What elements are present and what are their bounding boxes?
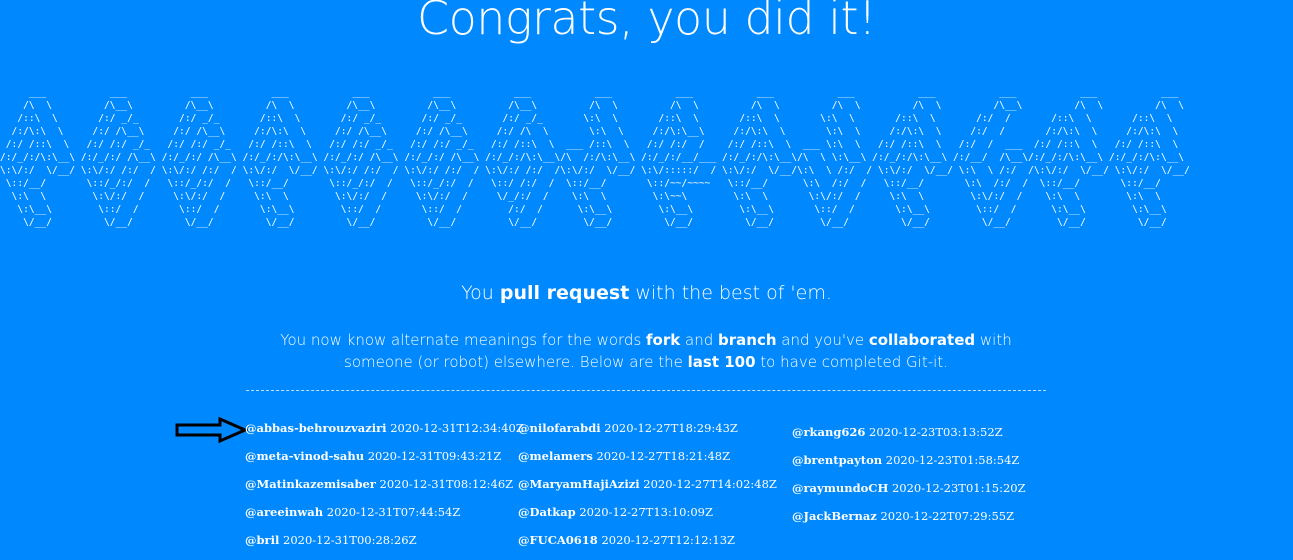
- list-item: @Datkap 2020-12-27T13:10:09Z: [518, 504, 777, 532]
- timestamp: 2020-12-31T09:43:21Z: [367, 449, 502, 463]
- tagline-strong: pull request: [499, 282, 630, 304]
- list-item: @FUCA0618 2020-12-27T12:12:13Z: [518, 532, 777, 560]
- user-link[interactable]: @brentpayton: [792, 453, 882, 467]
- timestamp: 2020-12-27T14:02:48Z: [643, 477, 777, 491]
- list-item: @meta-vinod-sahu 2020-12-31T09:43:21Z: [245, 448, 524, 476]
- user-link[interactable]: @JackBernaz: [792, 509, 877, 523]
- desc-part-1: You now know alternate meanings for the …: [280, 331, 647, 349]
- desc-part-5: to have completed Git-it.: [755, 353, 948, 371]
- list-item: @abbas-behrouzvaziri 2020-12-31T12:34:40…: [245, 420, 524, 448]
- user-link[interactable]: @Datkap: [518, 505, 576, 519]
- list-item: @MaryamHajiAzizi 2020-12-27T14:02:48Z: [518, 476, 777, 504]
- user-link[interactable]: @bril: [245, 533, 279, 547]
- timestamp: 2020-12-31T07:44:54Z: [326, 505, 461, 519]
- list-item: @bril 2020-12-31T00:28:26Z: [245, 532, 524, 560]
- user-link[interactable]: @abbas-behrouzvaziri: [245, 421, 387, 435]
- user-link[interactable]: @rkang626: [792, 425, 865, 439]
- list-item: @areeinwah 2020-12-31T07:44:54Z: [245, 504, 524, 532]
- description: You now know alternate meanings for the …: [246, 329, 1046, 373]
- desc-part-2: and: [680, 331, 719, 349]
- completers-column-1: @abbas-behrouzvaziri 2020-12-31T12:34:40…: [245, 420, 524, 560]
- desc-strong-collaborated: collaborated: [868, 331, 976, 349]
- list-item: @Matinkazemisaber 2020-12-31T08:12:46Z: [245, 476, 524, 504]
- timestamp: 2020-12-23T01:58:54Z: [885, 453, 1020, 467]
- section-divider: [246, 390, 1046, 391]
- timestamp: 2020-12-31T12:34:40Z: [390, 421, 524, 435]
- user-link[interactable]: @melamers: [518, 449, 593, 463]
- timestamp: 2020-12-22T07:29:55Z: [880, 509, 1015, 523]
- list-item: @nilofarabdi 2020-12-27T18:29:43Z: [518, 420, 777, 448]
- user-link[interactable]: @FUCA0618: [518, 533, 598, 547]
- desc-strong-last-100: last 100: [687, 353, 756, 371]
- list-item: @raymundoCH 2020-12-23T01:15:20Z: [792, 480, 1026, 508]
- timestamp: 2020-12-27T18:29:43Z: [604, 421, 738, 435]
- tagline: You pull request with the best of 'em.: [0, 282, 1293, 304]
- desc-part-3: and you've: [776, 331, 869, 349]
- list-item: @JackBernaz 2020-12-22T07:29:55Z: [792, 508, 1026, 536]
- arrow-right-icon: [175, 416, 248, 444]
- tagline-pre: You: [461, 282, 500, 304]
- user-link[interactable]: @areeinwah: [245, 505, 323, 519]
- user-link[interactable]: @raymundoCH: [792, 481, 888, 495]
- desc-strong-fork: fork: [646, 331, 681, 349]
- timestamp: 2020-12-27T12:12:13Z: [601, 533, 736, 547]
- user-link[interactable]: @meta-vinod-sahu: [245, 449, 364, 463]
- list-item: @melamers 2020-12-27T18:21:48Z: [518, 448, 777, 476]
- timestamp: 2020-12-31T00:28:26Z: [283, 533, 417, 547]
- user-link[interactable]: @Matinkazemisaber: [245, 477, 376, 491]
- timestamp: 2020-12-27T18:21:48Z: [596, 449, 731, 463]
- page-title: Congrats, you did it!: [416, 0, 877, 45]
- list-item: @rkang626 2020-12-23T03:13:52Z: [792, 424, 1026, 452]
- list-item: @brentpayton 2020-12-23T01:58:54Z: [792, 452, 1026, 480]
- completers-column-3: @rkang626 2020-12-23T03:13:52Z @brentpay…: [792, 424, 1026, 536]
- user-link[interactable]: @nilofarabdi: [518, 421, 601, 435]
- timestamp: 2020-12-23T03:13:52Z: [869, 425, 1003, 439]
- desc-strong-branch: branch: [718, 331, 777, 349]
- timestamp: 2020-12-31T08:12:46Z: [379, 477, 514, 491]
- tagline-post: with the best of 'em.: [629, 282, 832, 304]
- ascii-art-banner: ___ ___ ___ ___ ___ ___ ___ ___ ___ ___ …: [0, 87, 1190, 228]
- user-link[interactable]: @MaryamHajiAzizi: [518, 477, 640, 491]
- timestamp: 2020-12-27T13:10:09Z: [579, 505, 713, 519]
- completers-column-2: @nilofarabdi 2020-12-27T18:29:43Z @melam…: [518, 420, 777, 560]
- timestamp: 2020-12-23T01:15:20Z: [891, 481, 1026, 495]
